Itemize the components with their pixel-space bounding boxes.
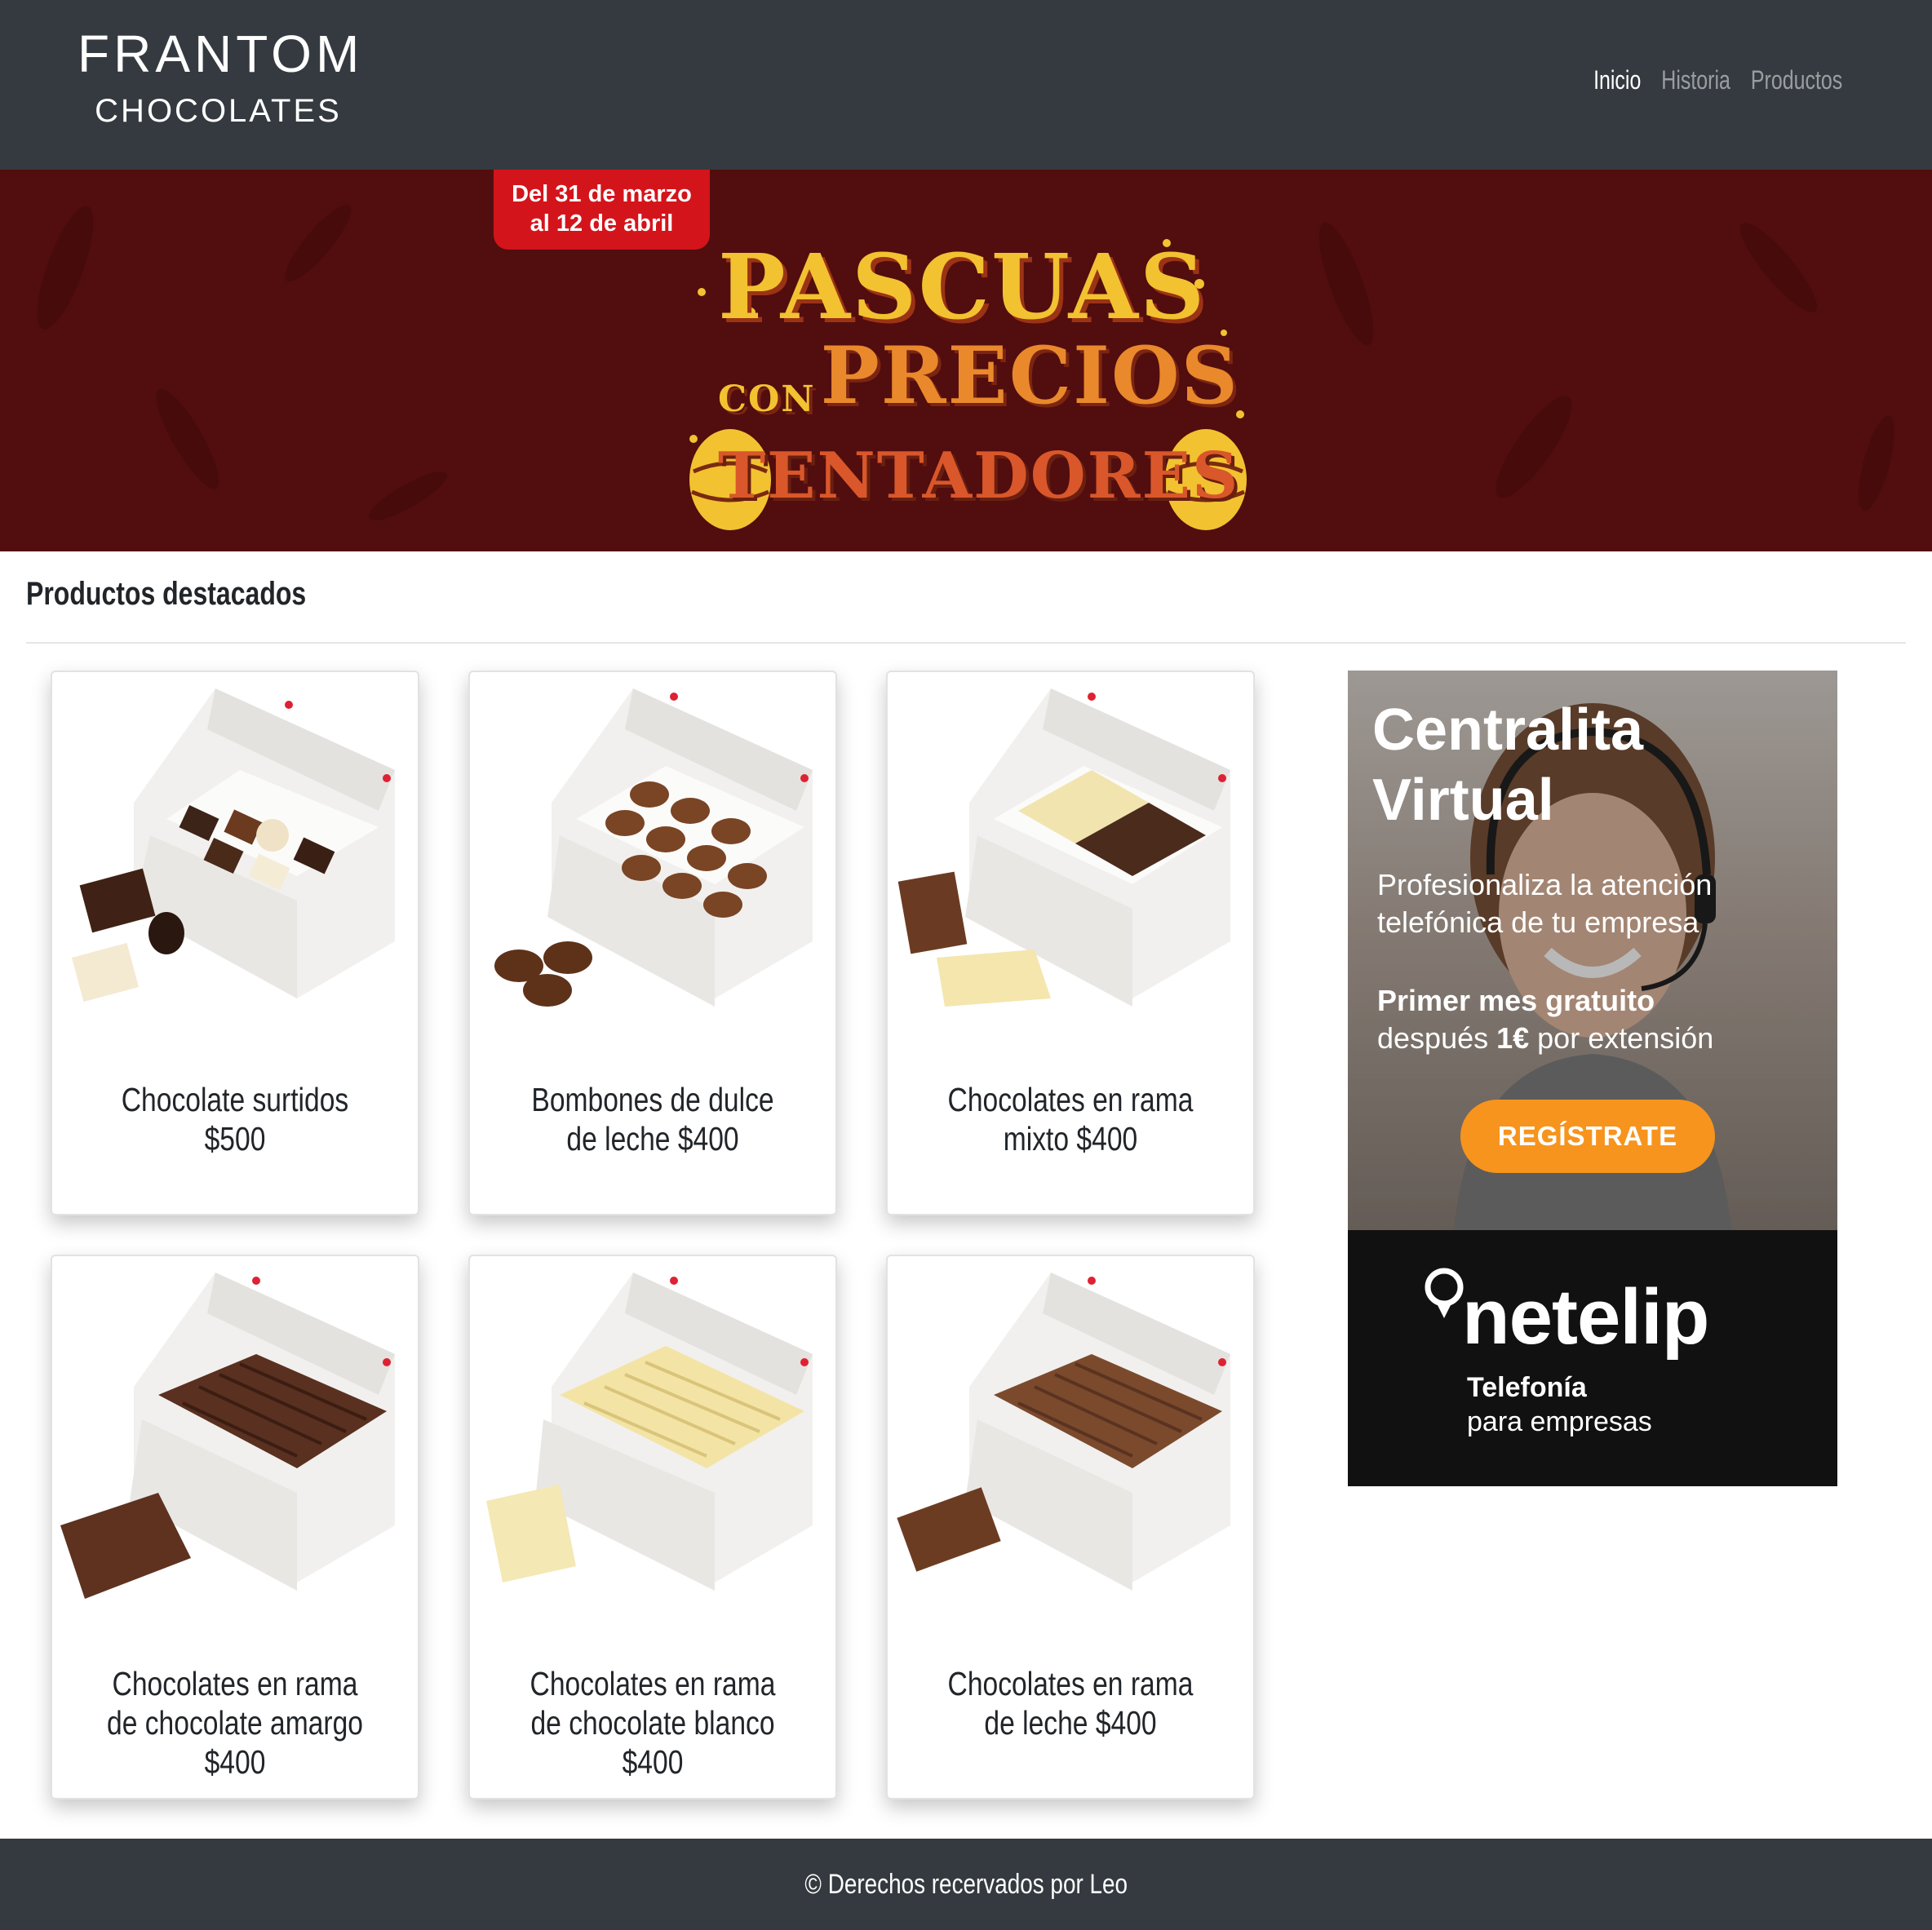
main-nav: Inicio Historia Productos — [1593, 65, 1842, 95]
ad-headline: Centralita Virtual — [1372, 695, 1643, 835]
footer-copyright: © Derechos recervados por Leo — [804, 1868, 1128, 1900]
ad-offer-pre: después — [1377, 1021, 1497, 1055]
promo-title-con: CON — [718, 378, 816, 420]
product-caption[interactable]: Chocolates en rama de chocolate amargo $… — [69, 1664, 401, 1782]
product-card[interactable]: Chocolates en rama de chocolate blanco $… — [468, 1255, 837, 1799]
date-badge: Del 31 de marzo al 12 de abril — [494, 170, 710, 250]
ad-offer-post: por extensión — [1529, 1021, 1714, 1055]
ad-offer: Primer mes gratuito después 1€ por exten… — [1377, 982, 1818, 1057]
date-badge-line2: al 12 de abril — [530, 210, 674, 237]
nav-link-productos[interactable]: Productos — [1751, 65, 1842, 95]
brand-subtitle: CHOCOLATES — [95, 93, 342, 129]
brand-logo[interactable]: FRANTOM CHOCOLATES — [78, 24, 359, 135]
product-card[interactable]: Bombones de dulce de leche $400 — [468, 671, 837, 1215]
ad-offer-price: 1€ — [1496, 1021, 1530, 1055]
product-caption[interactable]: Chocolates en rama mixto $400 — [904, 1080, 1237, 1158]
brand-name: FRANTOM — [78, 24, 364, 83]
product-card[interactable]: Chocolates en rama de leche $400 — [886, 1255, 1255, 1799]
product-image — [52, 672, 418, 1039]
ad-headline-line1: Centralita — [1372, 697, 1644, 763]
product-image — [470, 672, 835, 1039]
promo-title-line1: PASCUAS — [718, 234, 1207, 339]
ad-brand-tag2: para empresas — [1467, 1406, 1652, 1437]
product-caption-text: Chocolates en rama de chocolate amargo $… — [106, 1665, 363, 1781]
product-caption[interactable]: Bombones de dulce de leche $400 — [486, 1080, 819, 1158]
register-button[interactable]: REGÍSTRATE — [1460, 1100, 1715, 1173]
product-caption-text: Chocolates en rama de leche $400 — [947, 1665, 1194, 1742]
ad-offer-bold: Primer mes gratuito — [1377, 984, 1655, 1017]
product-image — [52, 1256, 418, 1623]
product-caption-text: Chocolates en rama mixto $400 — [947, 1081, 1194, 1158]
date-badge-line1: Del 31 de marzo — [512, 181, 692, 207]
footer: © Derechos recervados por Leo — [0, 1839, 1932, 1930]
ad-headline-line2: Virtual — [1372, 768, 1554, 833]
ad-banner[interactable]: Centralita Virtual Profesionaliza la ate… — [1348, 671, 1837, 1486]
product-caption-text: Bombones de dulce de leche $400 — [531, 1081, 774, 1158]
navbar: FRANTOM CHOCOLATES Inicio Historia Produ… — [0, 0, 1932, 170]
ad-subtitle-line1: Profesionaliza la atención — [1377, 868, 1713, 901]
product-caption-text: Chocolates en rama de chocolate blanco $… — [530, 1665, 776, 1781]
promo-banner[interactable]: Del 31 de marzo al 12 de abril PASCUAS C… — [0, 170, 1932, 551]
product-card[interactable]: Chocolate surtidos $500 — [51, 671, 419, 1215]
promo-title: PASCUAS CONPRECIOS TENTADORES — [718, 234, 1240, 513]
ad-subtitle: Profesionaliza la atención telefónica de… — [1377, 866, 1801, 941]
product-card[interactable]: Chocolates en rama mixto $400 — [886, 671, 1255, 1215]
product-image — [888, 1256, 1253, 1623]
section-divider — [26, 642, 1906, 644]
ad-subtitle-line2: telefónica de tu empresa — [1377, 905, 1699, 939]
nav-link-historia[interactable]: Historia — [1661, 65, 1730, 95]
ad-brand-tag1: Telefonía — [1467, 1372, 1587, 1403]
promo-title-line3: TENTADORES — [718, 438, 1240, 513]
product-image — [470, 1256, 835, 1623]
product-caption-text: Chocolate surtidos $500 — [121, 1081, 349, 1158]
nav-link-inicio[interactable]: Inicio — [1593, 65, 1641, 95]
product-caption[interactable]: Chocolate surtidos $500 — [69, 1080, 401, 1158]
promo-title-precios: PRECIOS — [820, 330, 1239, 422]
ad-brand-name: netelip — [1462, 1273, 1709, 1361]
product-caption[interactable]: Chocolates en rama de leche $400 — [904, 1664, 1237, 1742]
product-card[interactable]: Chocolates en rama de chocolate amargo $… — [51, 1255, 419, 1799]
promo-title-line2: CONPRECIOS — [718, 335, 1238, 440]
product-caption[interactable]: Chocolates en rama de chocolate blanco $… — [486, 1664, 819, 1782]
product-image — [888, 672, 1253, 1039]
section-title: Productos destacados — [26, 576, 307, 612]
